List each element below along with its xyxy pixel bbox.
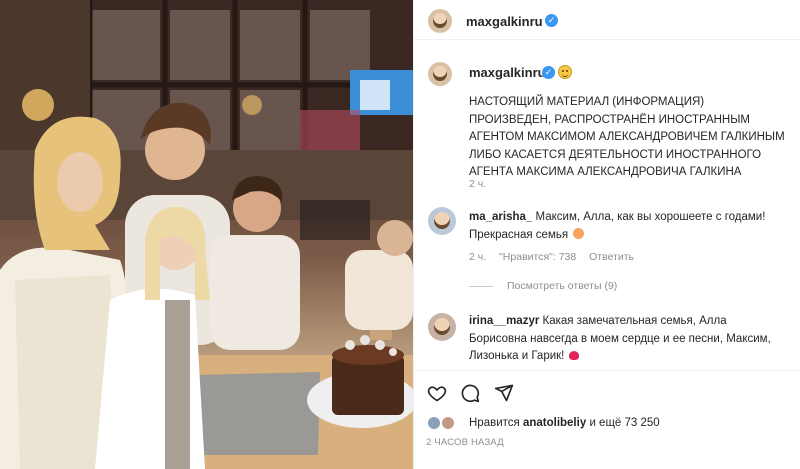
comment-1-meta: 2 ч. "Нравится": 738 Ответить bbox=[469, 251, 644, 263]
caption-text: НАСТОЯЩИЙ МАТЕРИАЛ (ИНФОРМАЦИЯ) ПРОИЗВЕД… bbox=[469, 96, 785, 178]
posted-time[interactable]: 2 ЧАСОВ НАЗАД bbox=[426, 437, 504, 448]
heart-eyes-icon bbox=[573, 227, 585, 239]
view-replies-label: Посмотреть ответы (9) bbox=[507, 280, 618, 292]
comment-1-time[interactable]: 2 ч. bbox=[469, 251, 486, 263]
commenter-avatar[interactable] bbox=[428, 207, 456, 235]
caption-author-username[interactable]: maxgalkinru bbox=[469, 65, 546, 80]
comment-1-reply-button[interactable]: Ответить bbox=[589, 251, 634, 263]
liker-avatar[interactable] bbox=[440, 415, 456, 431]
replies-divider bbox=[469, 285, 493, 287]
comment-1: ma_arisha_ Максим, Алла, как вы хорошеет… bbox=[469, 209, 787, 244]
comment-1-username[interactable]: ma_arisha_ bbox=[469, 211, 532, 223]
post-header: maxgalkinru ✓ bbox=[414, 0, 800, 40]
heart-outline-icon[interactable] bbox=[427, 383, 447, 403]
post-photo[interactable] bbox=[0, 0, 413, 469]
author-avatar[interactable] bbox=[428, 9, 452, 33]
likes-prefix: Нравится bbox=[469, 417, 520, 429]
comment-bubble-icon[interactable] bbox=[460, 383, 480, 403]
commenter-avatar[interactable] bbox=[428, 313, 456, 341]
post-side-panel: maxgalkinru ✓ maxgalkinru ✓ НАСТОЯЩИЙ МА… bbox=[413, 0, 800, 469]
likes-count: и ещё 73 250 bbox=[589, 417, 660, 429]
comment-2-username[interactable]: irina__mazyr bbox=[469, 315, 539, 327]
family-photo-illustration bbox=[0, 0, 413, 469]
smiling-face-icon bbox=[558, 65, 572, 79]
caption-time[interactable]: 2 ч. bbox=[469, 178, 486, 190]
likes-user[interactable]: anatolibeliy bbox=[523, 417, 586, 429]
view-replies-button[interactable]: Посмотреть ответы (9) bbox=[469, 280, 617, 292]
comment-2: irina__mazyr Какая замечательная семья, … bbox=[469, 313, 787, 366]
caption-verified-badge-icon: ✓ bbox=[542, 66, 555, 79]
paper-plane-icon[interactable] bbox=[494, 383, 514, 403]
author-username[interactable]: maxgalkinru bbox=[466, 14, 543, 29]
verified-badge-icon: ✓ bbox=[545, 14, 558, 27]
heart-icon bbox=[568, 351, 579, 360]
post-actions: Нравится anatolibeliy и ещё 73 250 2 ЧАС… bbox=[414, 370, 800, 468]
likes-summary[interactable]: Нравится anatolibeliy и ещё 73 250 bbox=[469, 417, 660, 429]
caption-author-avatar[interactable] bbox=[428, 62, 452, 86]
comment-1-likes[interactable]: "Нравится": 738 bbox=[499, 251, 576, 263]
